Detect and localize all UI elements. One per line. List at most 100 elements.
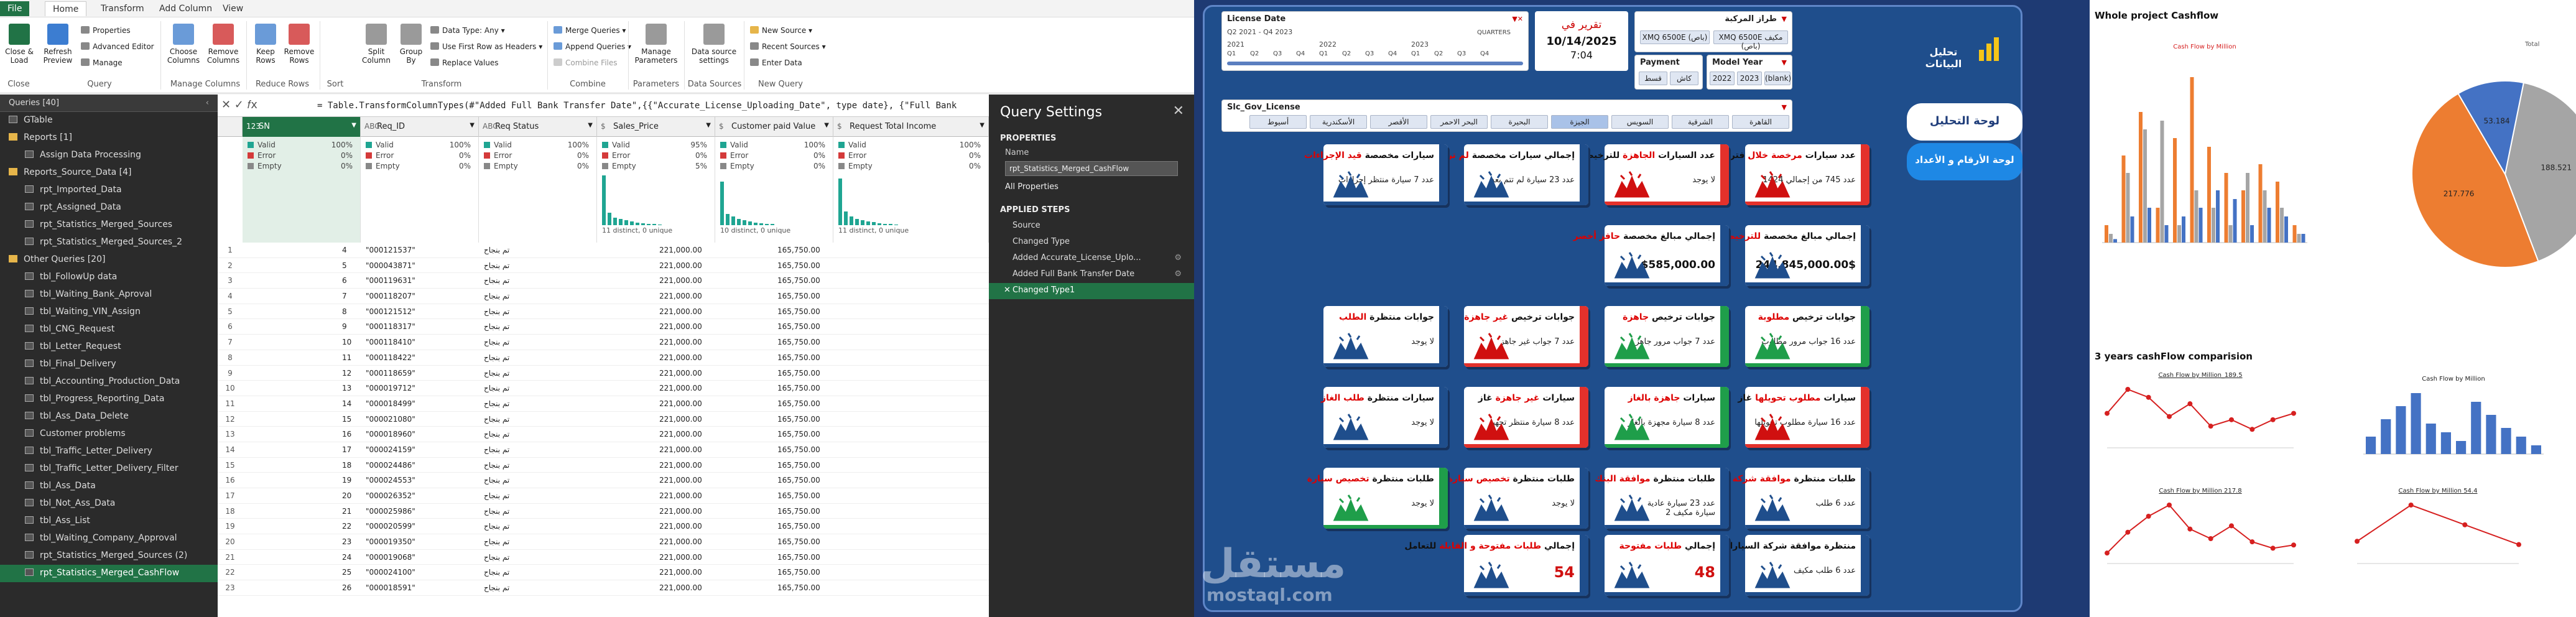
cell[interactable]: 221,000.00 bbox=[659, 322, 702, 331]
cell[interactable]: 20 bbox=[342, 491, 351, 500]
cell[interactable]: 165,750.00 bbox=[777, 399, 820, 408]
gear-icon[interactable]: ⚙ bbox=[1174, 269, 1182, 279]
cell[interactable]: "000121512" bbox=[366, 307, 415, 316]
cell[interactable]: تم بنجاح bbox=[484, 491, 509, 500]
cell[interactable]: 22 bbox=[342, 522, 351, 531]
model-year-slicer[interactable]: Model Year ▼ 2022 2023 (blank) bbox=[1707, 55, 1792, 90]
timeline-quarter[interactable]: Q3 bbox=[1457, 50, 1466, 57]
kpi-card[interactable]: سيارات جاهزة بالغاز عدد 8 سيارة مجهزة بال… bbox=[1605, 387, 1729, 448]
query-item[interactable]: Other Queries [20] bbox=[0, 251, 218, 269]
kpi-card[interactable]: إجمالي سيارات مخصصة لم ترخص عدد 23 سيارة … bbox=[1429, 144, 1588, 205]
cell[interactable]: 8 bbox=[342, 307, 347, 316]
governorate-option[interactable]: الجيزة bbox=[1551, 115, 1608, 129]
cell[interactable]: "000024553" bbox=[366, 476, 415, 485]
kpi-card[interactable]: طلبات منتظرة موافقة شركة السيارات عدد 6 ط… bbox=[1691, 468, 1869, 529]
table-row[interactable]: 8 11 "000118422" تم بنجاح 221,000.00 165,750.… bbox=[218, 350, 989, 366]
query-item[interactable]: tbl_Ass_Data_Delete bbox=[0, 408, 218, 425]
cell[interactable]: تم بنجاح bbox=[484, 583, 509, 592]
query-item[interactable]: Customer problems bbox=[0, 425, 218, 443]
model-year-2022[interactable]: 2022 bbox=[1710, 72, 1735, 85]
query-name-input[interactable]: rpt_Statistics_Merged_CashFlow bbox=[1005, 161, 1178, 176]
cell[interactable]: تم بنجاح bbox=[484, 353, 509, 362]
table-row[interactable]: 17 20 "000026352" تم بنجاح 221,000.00 165,750… bbox=[218, 488, 989, 504]
cell[interactable]: "000018960" bbox=[366, 430, 415, 438]
query-item[interactable]: rpt_Assigned_Data bbox=[0, 199, 218, 216]
cell[interactable]: 165,750.00 bbox=[777, 553, 820, 562]
query-item[interactable]: tbl_Waiting_Company_Approval bbox=[0, 530, 218, 547]
chevron-down-icon[interactable]: ▼ bbox=[824, 122, 829, 129]
new-source-button[interactable]: New Source ▾ bbox=[750, 26, 812, 35]
cell[interactable]: 16 bbox=[342, 430, 351, 438]
query-item[interactable]: tbl_Traffic_Letter_Delivery_Filter bbox=[0, 460, 218, 478]
governorate-option[interactable]: أسيوط bbox=[1249, 115, 1307, 129]
query-item[interactable]: tbl_Traffic_Letter_Delivery bbox=[0, 443, 218, 460]
table-row[interactable]: 5 8 "000121512" تم بنجاح 221,000.00 165,750.0… bbox=[218, 304, 989, 320]
kpi-card[interactable]: عدد السيارات الجاهزة للترخيص لا يوجد bbox=[1582, 144, 1729, 205]
cell[interactable]: 165,750.00 bbox=[777, 338, 820, 346]
kpi-card[interactable]: طلبات منتظرة تخصيص سيارة لا يوجد bbox=[1448, 468, 1588, 529]
chevron-down-icon[interactable]: ▼ bbox=[588, 122, 593, 129]
table-row[interactable]: 21 24 "000019068" تم بنجاح 221,000.00 165,750… bbox=[218, 550, 989, 565]
recent-sources-button[interactable]: Recent Sources ▾ bbox=[750, 42, 826, 51]
kpi-card[interactable]: طلبات منتظرة موافقة البنك عدد 23 سيارة عا… bbox=[1595, 468, 1729, 529]
use-first-row-button[interactable]: Use First Row as Headers ▾ bbox=[430, 42, 542, 51]
delete-step-icon[interactable]: ✕ bbox=[1004, 285, 1011, 295]
filter-icon[interactable]: ▼ bbox=[1782, 58, 1787, 67]
tab-transform[interactable]: Transform bbox=[93, 1, 152, 16]
cell[interactable]: 221,000.00 bbox=[659, 445, 702, 454]
query-item[interactable]: tbl_FollowUp data bbox=[0, 269, 218, 286]
group-by-button[interactable]: Group By bbox=[396, 24, 427, 65]
cell[interactable]: 165,750.00 bbox=[777, 507, 820, 516]
cell[interactable]: 165,750.00 bbox=[777, 307, 820, 316]
cell[interactable]: 221,000.00 bbox=[659, 476, 702, 485]
cell[interactable]: 165,750.00 bbox=[777, 369, 820, 378]
column-header[interactable]: $ Request Total Income ▼ bbox=[833, 117, 989, 137]
payment-option-installment[interactable]: قسط bbox=[1639, 72, 1667, 85]
cell[interactable]: 165,750.00 bbox=[777, 537, 820, 546]
cell[interactable]: 165,750.00 bbox=[777, 445, 820, 454]
cell[interactable]: تم بنجاح bbox=[484, 568, 509, 577]
table-row[interactable]: 1 4 "000121537" تم بنجاح 221,000.00 165,750.0… bbox=[218, 243, 989, 258]
column-header[interactable]: $ Sales_Price ▼ bbox=[597, 117, 715, 137]
cell[interactable]: 221,000.00 bbox=[659, 261, 702, 270]
column-type-icon[interactable]: $ bbox=[719, 122, 724, 131]
cell[interactable]: "000024100" bbox=[366, 568, 415, 577]
table-row[interactable]: 13 16 "000018960" تم بنجاح 221,000.00 165,750… bbox=[218, 427, 989, 442]
kpi-card[interactable]: جوابات ترخيص مطلوبة عدد 16 جواب مرور مطلو… bbox=[1745, 306, 1869, 367]
timeline-quarter[interactable]: Q3 bbox=[1273, 50, 1282, 57]
cell[interactable]: "000119631" bbox=[366, 276, 415, 285]
cell[interactable]: 221,000.00 bbox=[659, 415, 702, 424]
timeline-quarter[interactable]: Q4 bbox=[1296, 50, 1305, 57]
cell[interactable]: 26 bbox=[342, 583, 351, 592]
cell[interactable]: 11 bbox=[342, 353, 351, 362]
table-row[interactable]: 16 19 "000024553" تم بنجاح 221,000.00 165,750… bbox=[218, 473, 989, 488]
cell[interactable]: 165,750.00 bbox=[777, 322, 820, 331]
cell[interactable]: تم بنجاح bbox=[484, 507, 509, 516]
cell[interactable]: "000118659" bbox=[366, 369, 415, 378]
cell[interactable]: تم بنجاح bbox=[484, 415, 509, 424]
query-item[interactable]: Reports [1] bbox=[0, 129, 218, 147]
cell[interactable]: 221,000.00 bbox=[659, 522, 702, 531]
query-item[interactable]: tbl_Letter_Request bbox=[0, 338, 218, 356]
table-row[interactable]: 19 22 "000020599" تم بنجاح 221,000.00 165,750… bbox=[218, 519, 989, 535]
cell[interactable]: تم بنجاح bbox=[484, 261, 509, 270]
cell[interactable]: 12 bbox=[342, 369, 351, 378]
cell[interactable]: تم بنجاح bbox=[484, 384, 509, 392]
cell[interactable]: "000118410" bbox=[366, 338, 415, 346]
cell[interactable]: 221,000.00 bbox=[659, 537, 702, 546]
cell[interactable]: تم بنجاح bbox=[484, 430, 509, 438]
cell[interactable]: 15 bbox=[342, 415, 351, 424]
query-item[interactable]: tbl_Progress_Reporting_Data bbox=[0, 391, 218, 408]
governorate-option[interactable]: الأقصر bbox=[1370, 115, 1427, 129]
chevron-down-icon[interactable]: ▼ bbox=[470, 122, 475, 129]
tab-home[interactable]: Home bbox=[45, 1, 87, 16]
cell[interactable]: "000021080" bbox=[366, 415, 415, 424]
cell[interactable]: تم بنجاح bbox=[484, 476, 509, 485]
query-item[interactable]: tbl_Waiting_Bank_Aproval bbox=[0, 286, 218, 304]
cell[interactable]: 165,750.00 bbox=[777, 246, 820, 254]
cell[interactable]: تم بنجاح bbox=[484, 292, 509, 300]
refresh-preview-button[interactable]: Refresh Preview bbox=[41, 24, 75, 65]
kpi-card[interactable]: طلبات منتظرة تخصيص سيارة لا يوجد bbox=[1307, 468, 1448, 529]
cell[interactable]: 165,750.00 bbox=[777, 415, 820, 424]
cell[interactable]: 165,750.00 bbox=[777, 583, 820, 592]
